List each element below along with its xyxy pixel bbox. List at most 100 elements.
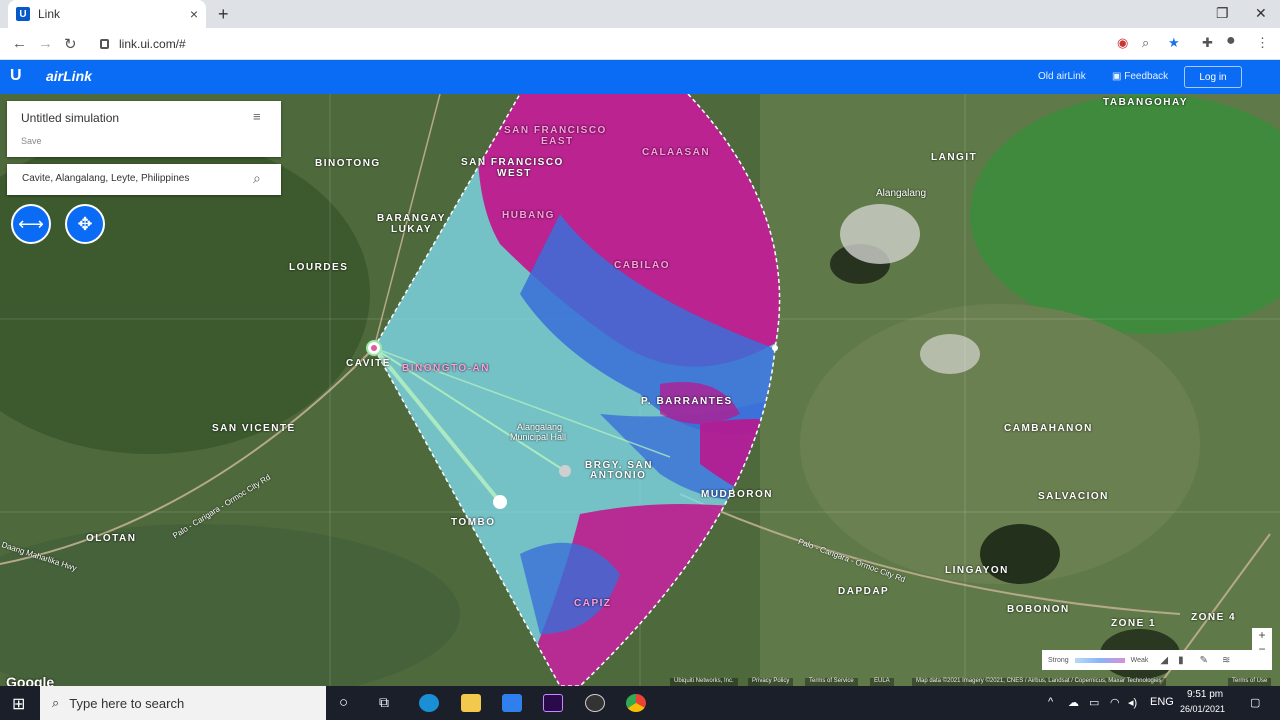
add-ptp-link-button[interactable]: ⟷ [11, 204, 51, 244]
place-label: CAMBAHANON [1004, 423, 1093, 434]
feedback-label: Feedback [1124, 71, 1169, 82]
app-header: U airLink Old airLink ▣ Feedback Log in [0, 60, 1280, 94]
place-label: BARANGAY [377, 213, 446, 224]
place-label: SAN FRANCISCO [461, 157, 564, 168]
zoom-icon[interactable]: ⌕ [1142, 35, 1149, 51]
place-label: BINONGTO-AN [402, 363, 490, 374]
place-label: OLOTAN [86, 533, 137, 544]
save-button[interactable]: Save [21, 136, 42, 146]
zoom-control: + − [1252, 628, 1272, 670]
place-label: CABILAO [614, 260, 671, 271]
ubiquiti-logo-icon[interactable]: U [10, 67, 22, 85]
add-ptmp-button[interactable]: ✥ [65, 204, 105, 244]
url-field[interactable]: link.ui.com/# [92, 32, 1102, 56]
legend-weak: Weak [1130, 656, 1149, 664]
windows-taskbar: ⊞ ⌕ Type here to search ○ ⧉ ^ ☁ ▭ ◠ ◂) E… [0, 686, 1280, 720]
simulation-title[interactable]: Untitled simulation [21, 111, 119, 125]
clock-date[interactable]: 26/01/2021 [1180, 704, 1225, 714]
ptp-link-icon: ⟷ [18, 213, 44, 234]
taskbar-search-input: Type here to search [69, 695, 185, 711]
place-label: CAVITE [346, 358, 391, 369]
terms-of-use-link[interactable]: Terms of Use [1228, 678, 1272, 686]
place-label: CAPIZ [574, 598, 612, 609]
feedback-link[interactable]: ▣ Feedback [1112, 71, 1168, 82]
search-input[interactable]: Cavite, Alangalang, Leyte, Philippines [22, 173, 189, 184]
place-label: P. BARRANTES [641, 396, 733, 407]
place-label: Municipal Hall [510, 432, 567, 442]
airlink-brand[interactable]: airLink [46, 68, 92, 84]
place-label: SAN VICENTE [212, 423, 296, 434]
browser-menu-icon[interactable]: ⋮ [1256, 35, 1269, 51]
clock-time[interactable]: 9:51 pm [1187, 689, 1223, 700]
task-view-icon[interactable]: ⧉ [379, 694, 389, 711]
place-label: LINGAYON [945, 565, 1009, 576]
windows-start-icon[interactable]: ⊞ [12, 694, 25, 714]
premiere-pro-icon[interactable] [543, 694, 563, 712]
eula-link[interactable]: EULA [870, 678, 894, 686]
browser-tab-bar: U Link × + ❐ ✕ [0, 0, 1280, 28]
place-label: DAPDAP [838, 586, 890, 597]
ptmp-icon: ✥ [77, 213, 93, 234]
location-search: Cavite, Alangalang, Leyte, Philippines ⌕ [7, 164, 281, 195]
wifi-signal-icon[interactable]: ◢ [1160, 655, 1168, 666]
restore-window-icon[interactable]: ❐ [1216, 5, 1229, 22]
place-label: CALAASAN [642, 147, 711, 158]
place-label: SAN FRANCISCO [504, 125, 607, 136]
back-icon[interactable]: ← [12, 35, 27, 52]
mail-icon[interactable] [502, 694, 522, 712]
blocked-cookie-icon[interactable]: ◉ [1117, 35, 1128, 51]
edge-icon[interactable] [419, 694, 439, 712]
place-label: ANTONIO [590, 470, 647, 481]
profile-avatar-icon[interactable]: ● [1226, 32, 1236, 50]
tray-chevron-icon[interactable]: ^ [1048, 696, 1053, 708]
chrome-icon[interactable] [626, 694, 646, 712]
attribution-company: Ubiquiti Networks, Inc. [670, 678, 738, 686]
extensions-icon[interactable]: ✚ [1202, 35, 1213, 51]
zoom-in-button[interactable]: + [1252, 628, 1272, 642]
signal-legend: Strong Weak ◢ ▮ ✎ ≋ [1042, 650, 1252, 670]
place-label: TABANGOHAY [1103, 97, 1189, 108]
close-tab-icon[interactable]: × [190, 6, 198, 22]
address-bar: ← → ↻ link.ui.com/# ◉ ⌕ ★ ✚ ● ⋮ [0, 28, 1280, 60]
layers-icon[interactable]: ≋ [1222, 655, 1230, 666]
lock-icon [100, 39, 109, 49]
place-label: TOMBO [451, 517, 496, 528]
notifications-icon[interactable]: ▢ [1250, 696, 1260, 709]
tab-title: Link [38, 7, 61, 21]
device-icon[interactable]: ▮ [1178, 655, 1184, 666]
map-data-attribution: Map data ©2021 Imagery ©2021, CNES / Air… [912, 678, 1166, 686]
privacy-policy-link[interactable]: Privacy Policy [748, 678, 794, 686]
battery-icon[interactable]: ▭ [1089, 696, 1099, 709]
reload-icon[interactable]: ↻ [64, 35, 77, 53]
ubiquiti-favicon-icon: U [16, 7, 30, 21]
place-label: MUDBORON [701, 489, 773, 500]
language-indicator[interactable]: ENG [1150, 696, 1174, 708]
place-label: LUKAY [391, 224, 433, 235]
login-button[interactable]: Log in [1184, 66, 1242, 88]
new-tab-button[interactable]: + [218, 4, 229, 25]
browser-tab[interactable]: U Link × [8, 0, 206, 28]
place-label: Alangalang [876, 188, 927, 199]
old-airlink-link[interactable]: Old airLink [1038, 71, 1086, 82]
volume-icon[interactable]: ◂) [1128, 696, 1137, 709]
file-explorer-icon[interactable] [461, 694, 481, 712]
map-view[interactable]: BINOTONG BARANGAY LUKAY LOURDES CAVITE S… [0, 94, 1280, 686]
hamburger-menu-icon[interactable]: ≡ [253, 109, 261, 124]
obs-icon[interactable] [585, 694, 605, 712]
taskbar-search[interactable]: ⌕ Type here to search [40, 686, 326, 720]
search-icon[interactable]: ⌕ [253, 170, 261, 187]
network-icon[interactable]: ◠ [1110, 696, 1120, 709]
legend-strong: Strong [1048, 656, 1069, 664]
forward-icon[interactable]: → [38, 35, 53, 52]
onedrive-icon[interactable]: ☁ [1068, 696, 1079, 709]
bookmark-star-icon[interactable]: ★ [1168, 35, 1180, 51]
cortana-icon[interactable]: ○ [339, 694, 348, 711]
terms-of-service-link[interactable]: Terms of Service [805, 678, 858, 686]
close-window-icon[interactable]: ✕ [1255, 5, 1267, 22]
place-label: BINOTONG [315, 158, 381, 169]
zoom-out-button[interactable]: − [1252, 642, 1272, 656]
edit-pencil-icon[interactable]: ✎ [1200, 655, 1208, 666]
feedback-icon: ▣ [1112, 71, 1125, 82]
place-label: BOBONON [1007, 604, 1070, 615]
legend-gradient [1074, 657, 1125, 663]
